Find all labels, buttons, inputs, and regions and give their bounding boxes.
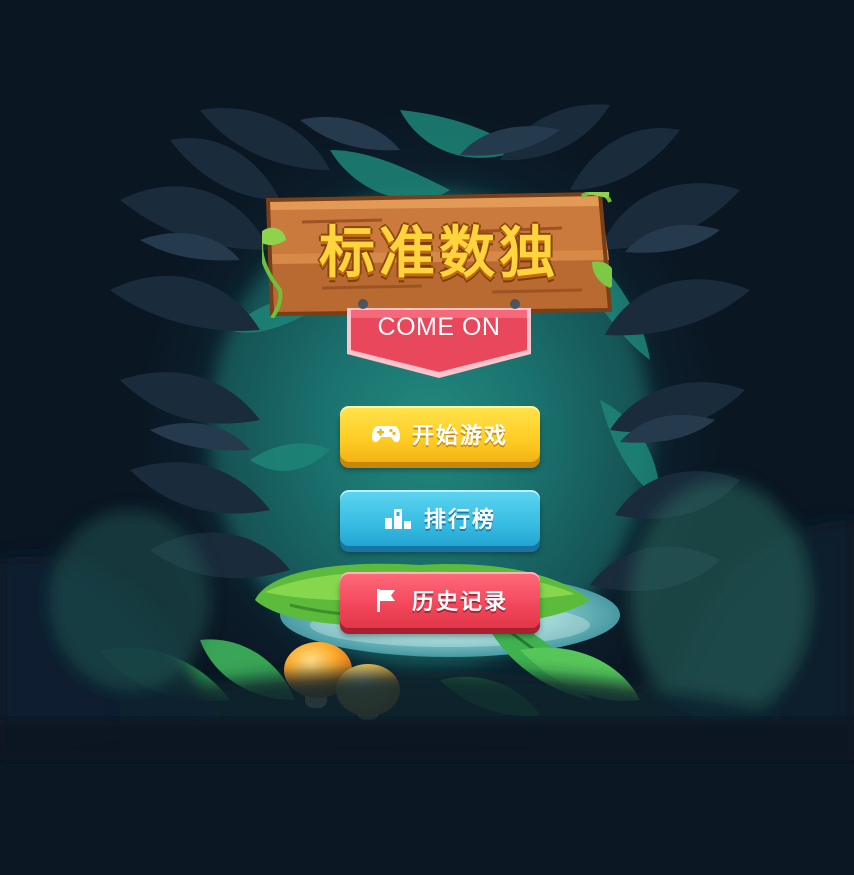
game-scene: 标准数独 COME ON 开始游戏 排行榜 历史记录 bbox=[0, 0, 854, 875]
history-button[interactable]: 历史记录 bbox=[340, 572, 540, 628]
gamepad-icon bbox=[371, 422, 400, 446]
leaderboard-button[interactable]: 排行榜 bbox=[340, 490, 540, 546]
leaderboard-icon bbox=[384, 506, 412, 530]
flag-icon bbox=[372, 588, 400, 612]
game-title: 标准数独 bbox=[319, 221, 559, 286]
ribbon-subtitle: COME ON bbox=[377, 313, 501, 341]
leaderboard-label: 排行榜 bbox=[423, 508, 496, 533]
start-game-label: 开始游戏 bbox=[411, 424, 508, 449]
history-label: 历史记录 bbox=[411, 590, 508, 615]
start-game-button[interactable]: 开始游戏 bbox=[340, 406, 540, 462]
